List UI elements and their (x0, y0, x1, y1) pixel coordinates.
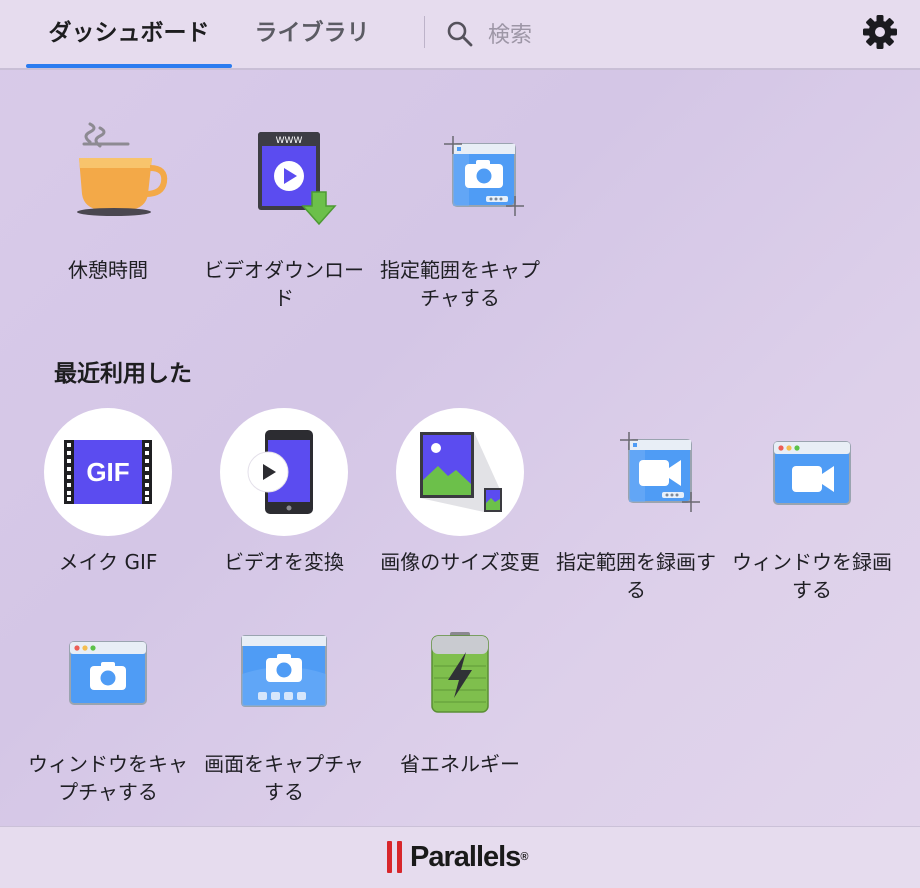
coffee-cup-icon (77, 122, 168, 216)
tool-record-area[interactable]: 指定範囲を録画する (548, 408, 724, 604)
gif-icon: GIF (64, 440, 152, 504)
tool-label: ウィンドウをキャプチャする (28, 752, 188, 804)
tool-label: 指定範囲を録画する (556, 550, 716, 602)
tool-energy-saver[interactable]: 省エネルギー (372, 610, 548, 778)
tab-dashboard[interactable]: ダッシュボード (26, 0, 232, 68)
tool-label: ビデオダウンロード (204, 258, 364, 310)
tool-capture-area[interactable]: 指定範囲をキャプチャする (372, 116, 548, 312)
toolbox-window: ダッシュボード ライブラリ 検索 休憩時間 WWW ビデオダウンロード 指定範囲… (0, 0, 920, 888)
header-bar: ダッシュボード ライブラリ (0, 0, 920, 70)
registered-mark: ® (520, 851, 529, 863)
record-window-icon (773, 441, 851, 505)
capture-screen-icon (241, 635, 327, 707)
capture-window-icon (69, 641, 147, 705)
gear-icon[interactable] (862, 14, 898, 50)
tab-library[interactable]: ライブラリ (234, 0, 390, 68)
parallels-bars-icon (387, 841, 402, 873)
gif-icon-text: GIF (86, 457, 129, 487)
footer-bar: Parallels® (0, 826, 920, 888)
tool-label: ビデオを変換 (224, 550, 344, 574)
tool-label: メイク GIF (58, 550, 158, 574)
tool-label: 指定範囲をキャプチャする (380, 258, 540, 310)
tool-record-window[interactable]: ウィンドウを録画する (724, 408, 900, 604)
convert-video-icon (247, 430, 313, 514)
tool-video-download[interactable]: WWW ビデオダウンロード (196, 116, 372, 312)
tool-convert-video[interactable]: ビデオを変換 (196, 408, 372, 576)
tool-resize-image[interactable]: 画像のサイズ変更 (372, 408, 548, 576)
tool-capture-window[interactable]: ウィンドウをキャプチャする (20, 610, 196, 806)
tool-label: 画像のサイズ変更 (380, 550, 540, 574)
header-divider (424, 16, 425, 48)
search-input[interactable] (486, 16, 820, 54)
tool-make-gif[interactable]: GIF メイク GIF (20, 408, 196, 576)
svg-text:WWW: WWW (276, 136, 303, 146)
tool-label: ウィンドウを録画する (732, 550, 892, 602)
tool-label: 画面をキャプチャする (204, 752, 364, 804)
tool-capture-screen[interactable]: 画面をキャプチャする (196, 610, 372, 806)
battery-energy-icon (431, 632, 489, 713)
brand-name: Parallels® (410, 841, 529, 873)
record-area-icon (620, 432, 700, 512)
resize-image-icon (420, 432, 502, 512)
video-download-icon: WWW (258, 132, 337, 226)
tool-break-time[interactable]: 休憩時間 (20, 116, 196, 284)
tool-label: 省エネルギー (400, 752, 520, 776)
capture-area-icon (444, 136, 524, 216)
tool-label: 休憩時間 (68, 258, 148, 282)
recent-section-title: 最近利用した (54, 361, 192, 387)
search-icon (447, 21, 473, 47)
